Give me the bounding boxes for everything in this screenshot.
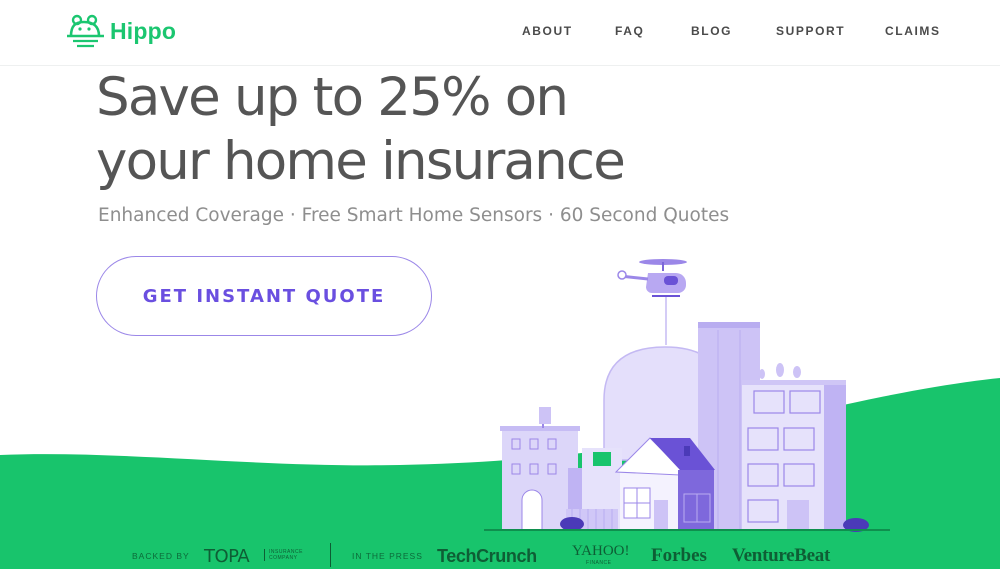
press-divider xyxy=(330,543,331,567)
yahoo-wordmark: YAHOO! xyxy=(572,543,630,559)
nav-item-about[interactable]: ABOUT xyxy=(522,24,573,38)
yahoo-sub: FINANCE xyxy=(586,560,612,566)
get-instant-quote-button[interactable]: GET INSTANT QUOTE xyxy=(96,256,432,336)
helicopter-icon xyxy=(617,259,687,345)
topa-tagline: INSURANCE COMPANY xyxy=(264,549,303,561)
headline-line-2: your home insurance xyxy=(96,131,626,192)
hero-headline: Save up to 25% on your home insurance xyxy=(96,66,736,194)
in-the-press-label: IN THE PRESS xyxy=(352,551,423,561)
press-bar: BACKED BY TOPA INSURANCE COMPANY IN THE … xyxy=(0,540,1000,569)
headline-line-1: Save up to 25% on xyxy=(96,67,569,128)
yahoo-finance-logo[interactable]: YAHOO! FINANCE xyxy=(572,543,630,566)
nav-item-faq[interactable]: FAQ xyxy=(615,24,644,38)
hippo-icon xyxy=(67,14,104,48)
brand-name: Hippo xyxy=(110,17,177,44)
forbes-logo[interactable]: Forbes xyxy=(651,545,707,567)
topa-tagline-2: COMPANY xyxy=(269,555,298,561)
site-header: Hippo ABOUT FAQ BLOG SUPPORT CLAIMS xyxy=(0,0,1000,66)
nav-item-blog[interactable]: BLOG xyxy=(691,24,732,38)
techcrunch-logo[interactable]: TechCrunch xyxy=(437,546,537,567)
hero-subhead: Enhanced Coverage · Free Smart Home Sens… xyxy=(98,205,730,226)
topa-name: TOPA xyxy=(204,546,250,567)
topa-logo: TOPA xyxy=(204,546,250,567)
nav-item-support[interactable]: SUPPORT xyxy=(776,24,845,38)
nav-item-claims[interactable]: CLAIMS xyxy=(885,24,941,38)
venturebeat-logo[interactable]: VentureBeat xyxy=(732,545,830,567)
backed-by-label: BACKED BY xyxy=(132,551,190,561)
hippo-logo[interactable]: Hippo xyxy=(66,14,176,48)
